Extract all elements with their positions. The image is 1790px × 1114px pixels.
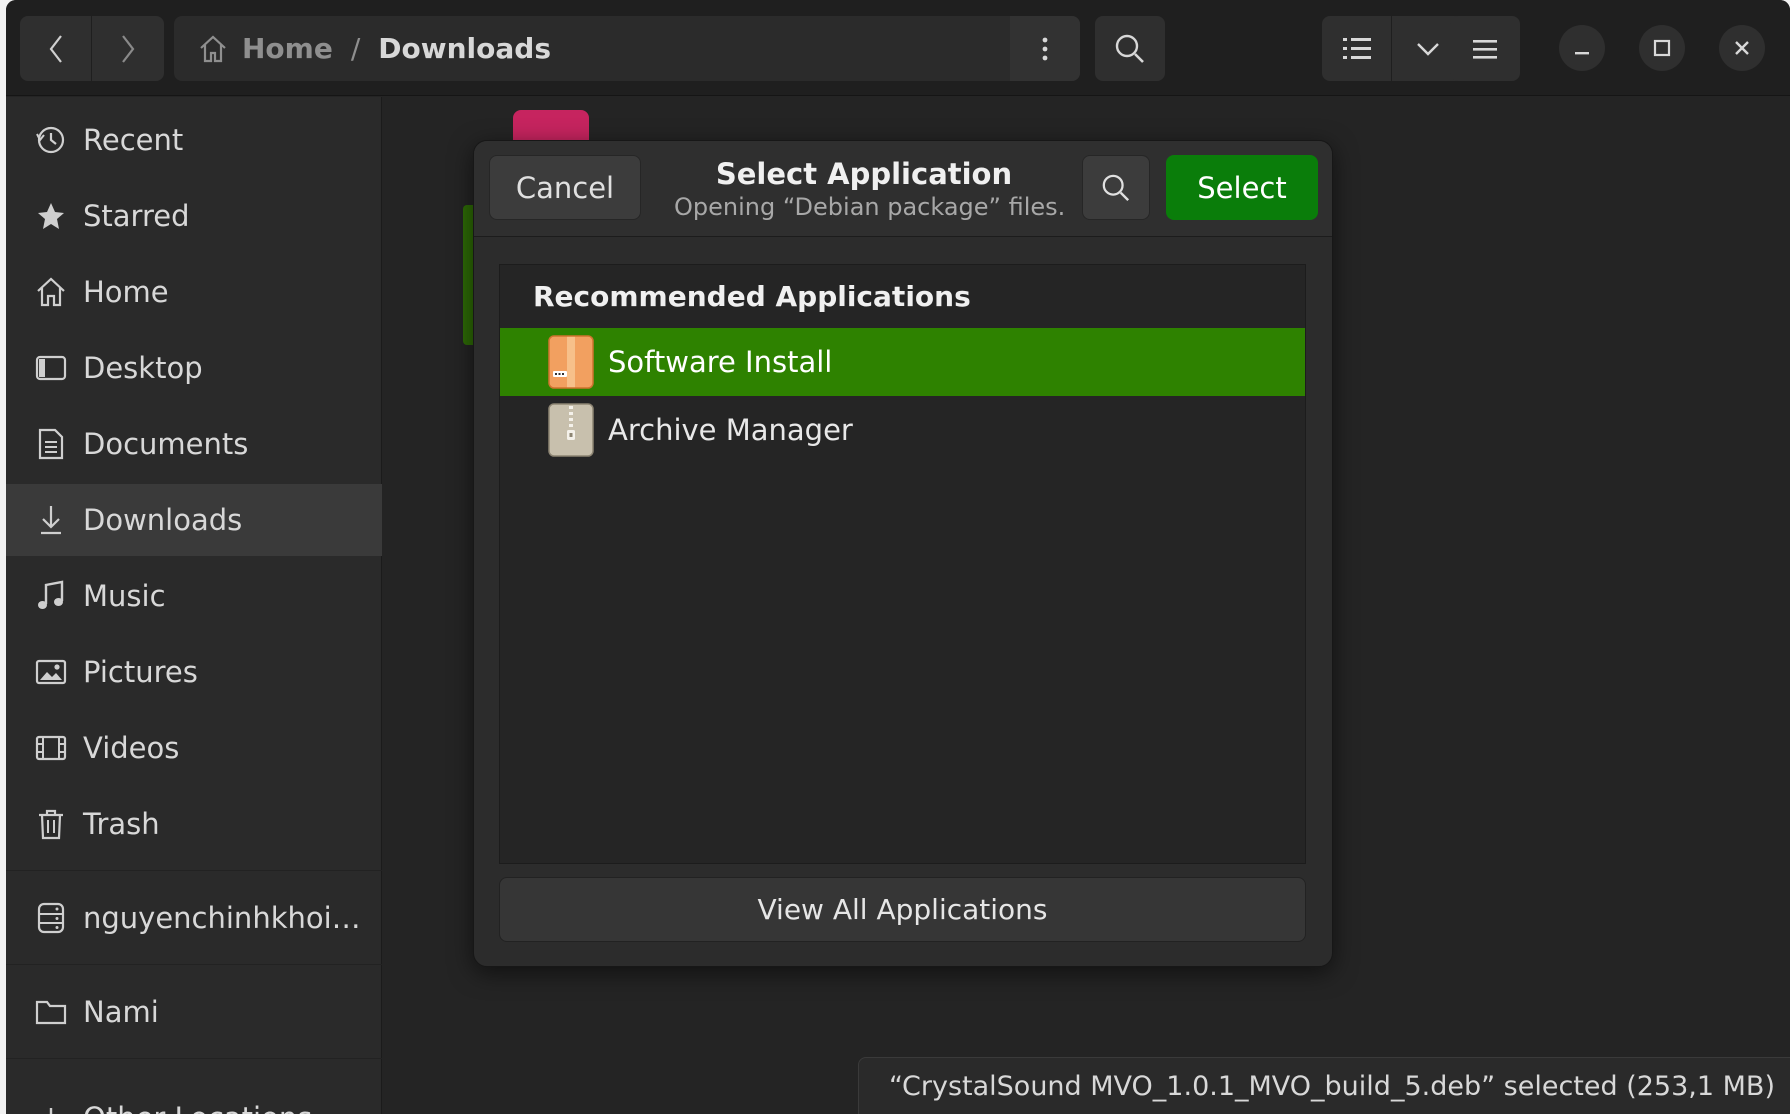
sidebar-item-starred[interactable]: Starred <box>6 180 382 252</box>
search-button[interactable] <box>1095 16 1165 81</box>
home-icon <box>200 35 226 62</box>
select-button[interactable]: Select <box>1166 155 1318 220</box>
navigation-buttons <box>20 16 164 81</box>
dialog-search-button[interactable] <box>1082 155 1150 220</box>
selected-file-highlight <box>463 205 473 345</box>
sidebar-item-label: Desktop <box>83 351 203 385</box>
sidebar: Recent Starred Home Desktop Documents Do… <box>6 97 382 1114</box>
sidebar-item-label: nguyenchinhkhoi… <box>83 901 361 935</box>
chevron-right-icon <box>122 34 135 63</box>
close-icon <box>1735 41 1749 55</box>
vertical-dots-icon <box>1042 37 1048 60</box>
clock-icon <box>34 123 68 157</box>
status-bar: “CrystalSound MVO_1.0.1_MVO_build_5.deb”… <box>858 1057 1790 1114</box>
sidebar-item-pictures[interactable]: Pictures <box>6 636 382 708</box>
maximize-button[interactable] <box>1639 25 1685 71</box>
dialog-title: Select Application <box>715 157 1013 191</box>
view-all-applications-button[interactable]: View All Applications <box>499 877 1306 942</box>
file-manager-window: Home / Downloads Recent Starred Home Des… <box>6 0 1790 1114</box>
sidebar-divider <box>6 964 382 965</box>
sidebar-item-label: Music <box>83 579 166 613</box>
star-icon <box>34 199 68 233</box>
forward-button[interactable] <box>92 16 164 81</box>
document-icon <box>34 427 68 461</box>
software-install-icon <box>548 335 594 389</box>
minimize-icon <box>1575 52 1589 55</box>
cancel-button[interactable]: Cancel <box>489 155 641 220</box>
minimize-button[interactable] <box>1559 25 1605 71</box>
sidebar-item-home[interactable]: Home <box>6 256 382 328</box>
sidebar-item-label: Nami <box>83 995 159 1029</box>
picture-icon <box>34 655 68 689</box>
sidebar-item-label: Documents <box>83 427 249 461</box>
drive-icon <box>34 901 68 935</box>
breadcrumb-current[interactable]: Downloads <box>378 32 551 65</box>
sidebar-item-videos[interactable]: Videos <box>6 712 382 784</box>
path-menu-button[interactable] <box>1010 16 1080 81</box>
path-bar: Home / Downloads <box>174 16 1080 81</box>
plus-icon <box>34 1101 68 1114</box>
sidebar-item-label: Home <box>83 275 169 309</box>
sidebar-item-label: Pictures <box>83 655 198 689</box>
app-name: Archive Manager <box>608 413 853 447</box>
sidebar-item-network-drive[interactable]: nguyenchinhkhoi… <box>6 882 382 954</box>
sidebar-divider <box>6 870 382 871</box>
chevron-left-icon <box>49 34 62 63</box>
list-heading: Recommended Applications <box>533 280 971 313</box>
header-bar: Home / Downloads <box>6 0 1790 96</box>
select-application-dialog: Cancel Select Application Opening “Debia… <box>473 140 1333 967</box>
sidebar-item-recent[interactable]: Recent <box>6 104 382 176</box>
close-button[interactable] <box>1719 25 1765 71</box>
sidebar-item-other-locations[interactable]: Other Locations <box>6 1082 382 1114</box>
list-view-icon <box>1342 37 1371 59</box>
sidebar-item-documents[interactable]: Documents <box>6 408 382 480</box>
sidebar-item-trash[interactable]: Trash <box>6 788 382 860</box>
archive-manager-icon <box>548 403 594 457</box>
download-icon <box>34 503 68 537</box>
folder-icon <box>34 995 68 1029</box>
app-row-archive-manager[interactable]: Archive Manager <box>500 396 1305 464</box>
sidebar-item-label: Other Locations <box>83 1101 312 1114</box>
breadcrumb-home-label: Home <box>242 32 333 65</box>
sidebar-item-label: Videos <box>83 731 180 765</box>
desktop-icon <box>34 351 68 385</box>
sidebar-item-music[interactable]: Music <box>6 560 382 632</box>
search-icon <box>1115 34 1144 63</box>
breadcrumb-separator: / <box>350 32 361 65</box>
sidebar-item-label: Downloads <box>83 503 243 537</box>
application-list: Recommended Applications Software Instal… <box>499 264 1306 864</box>
list-view-button[interactable] <box>1322 16 1392 81</box>
app-row-software-install[interactable]: Software Install <box>500 328 1305 396</box>
sidebar-item-label: Trash <box>83 807 160 841</box>
dialog-subtitle: Opening “Debian package” files. <box>674 193 1066 221</box>
dialog-header: Cancel Select Application Opening “Debia… <box>474 141 1332 237</box>
sidebar-item-downloads[interactable]: Downloads <box>6 484 382 556</box>
status-text: “CrystalSound MVO_1.0.1_MVO_build_5.deb”… <box>889 1070 1775 1102</box>
back-button[interactable] <box>20 16 92 81</box>
sidebar-divider <box>6 1058 382 1059</box>
sidebar-item-nami[interactable]: Nami <box>6 976 382 1048</box>
breadcrumb-home[interactable]: Home <box>198 32 333 65</box>
music-icon <box>34 579 68 613</box>
chevron-down-icon <box>1417 42 1439 56</box>
video-icon <box>34 731 68 765</box>
home-icon <box>34 275 68 309</box>
main-menu-button[interactable] <box>1450 16 1520 81</box>
trash-icon <box>34 807 68 841</box>
view-mode-buttons <box>1322 16 1464 81</box>
maximize-icon <box>1653 39 1671 57</box>
app-name: Software Install <box>608 345 833 379</box>
sidebar-item-desktop[interactable]: Desktop <box>6 332 382 404</box>
hamburger-menu-icon <box>1473 39 1497 59</box>
search-icon <box>1102 174 1130 201</box>
sidebar-item-label: Starred <box>83 199 190 233</box>
sidebar-item-label: Recent <box>83 123 184 157</box>
